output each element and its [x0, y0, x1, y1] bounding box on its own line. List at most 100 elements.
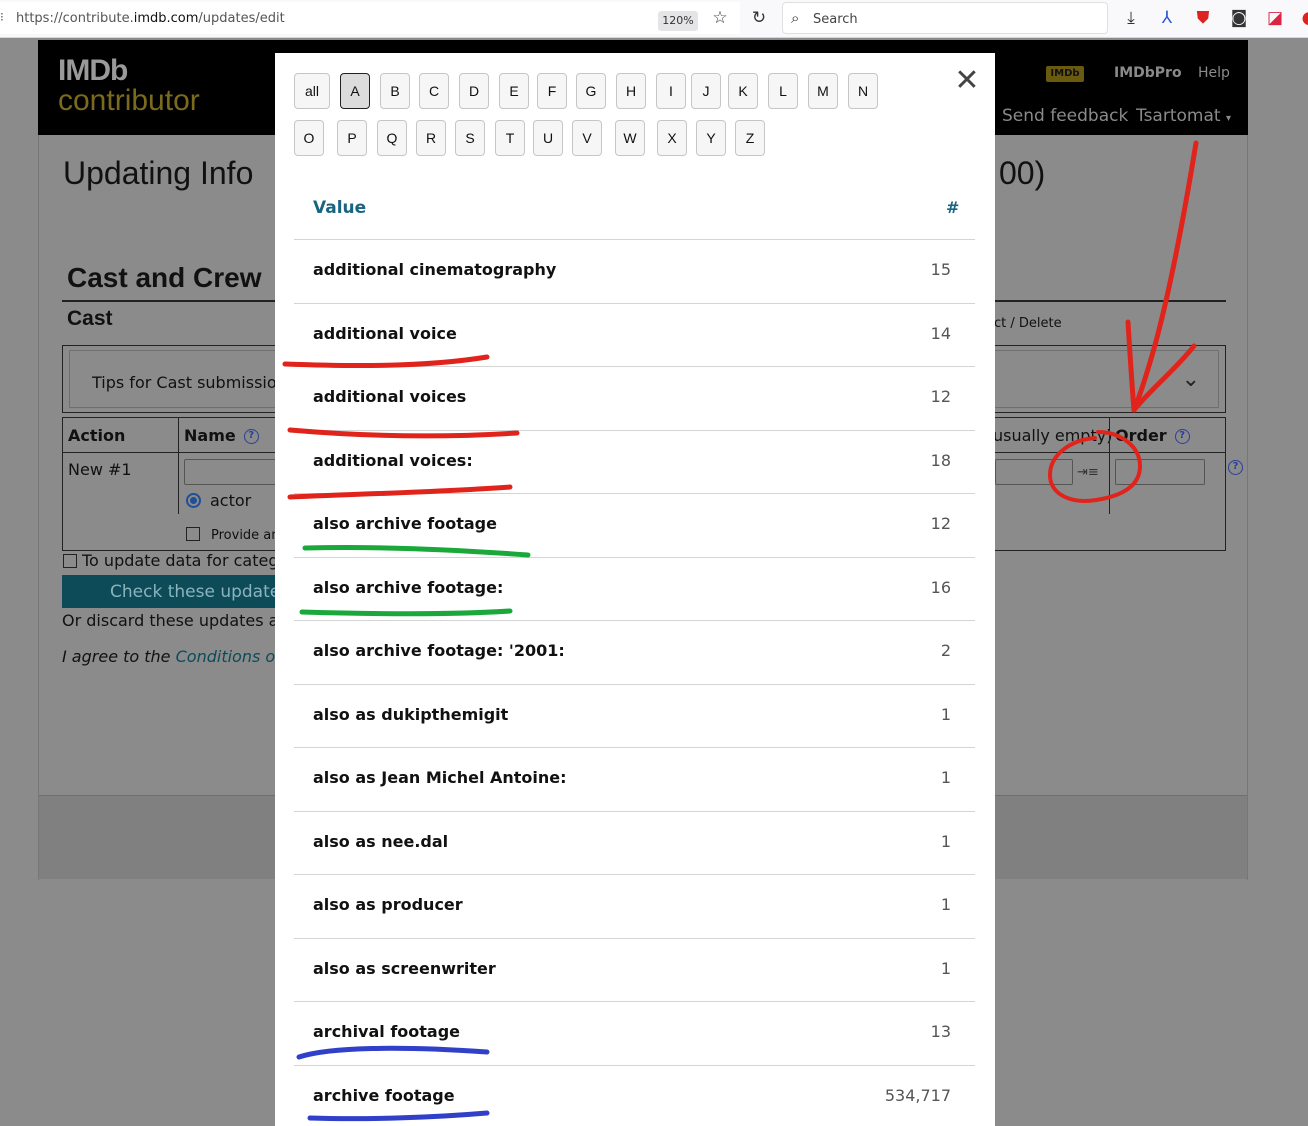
extension-color-icon[interactable]: ◪	[1264, 7, 1286, 29]
page-title: Updating Info	[63, 155, 254, 191]
letter-filter-j[interactable]: J	[691, 73, 721, 109]
imdbpro-link[interactable]: IMDbPro	[1114, 65, 1182, 81]
value-label: also as dukipthemigit	[313, 704, 509, 724]
actor-radio[interactable]	[186, 493, 201, 508]
value-count: 13	[930, 1022, 951, 1041]
help-icon[interactable]: ?	[1228, 460, 1243, 475]
user-menu[interactable]: Tsartomat ▾	[1136, 106, 1231, 126]
value-label: additional cinematography	[313, 260, 557, 279]
imdb-logo[interactable]: IMDb	[58, 54, 128, 88]
value-row[interactable]: additional voice 14	[294, 303, 975, 366]
value-row[interactable]: also as nee.dal 1	[294, 811, 975, 874]
update-category-checkbox[interactable]	[63, 554, 77, 568]
search-icon: ⌕	[791, 9, 800, 27]
letter-filter-p[interactable]: P	[337, 120, 367, 156]
section-title: Cast and Crew	[67, 262, 262, 293]
letter-filter-v[interactable]: V	[572, 120, 602, 156]
value-row[interactable]: also as screenwriter 1	[294, 938, 975, 1001]
letter-filter-b[interactable]: B	[380, 73, 410, 109]
letter-filter-f[interactable]: F	[537, 73, 567, 109]
column-header-value[interactable]: Value	[313, 198, 366, 218]
column-header-count[interactable]: #	[946, 198, 959, 217]
attribute-picker-dialog: all A B C D E F G H I J K L M N OPQRSTUVWXYZ ✕ Value #…	[275, 53, 995, 1126]
bookmark-star-icon[interactable]: ☆	[709, 7, 731, 29]
extension-mask-icon[interactable]: ◙	[1228, 7, 1250, 29]
letter-filter-t[interactable]: T	[495, 120, 525, 156]
letter-filter-d[interactable]: D	[459, 73, 489, 109]
value-label: additional voices	[313, 387, 467, 406]
send-feedback-link[interactable]: Send feedback	[1002, 106, 1128, 126]
value-row[interactable]: also archive footage: '2001: 2	[294, 620, 975, 683]
letter-filter-l[interactable]: L	[768, 73, 798, 109]
value-count: 18	[930, 450, 951, 470]
reload-icon[interactable]: ↻	[748, 7, 770, 29]
extension-red-icon[interactable]: ●	[1298, 7, 1308, 29]
order-input[interactable]	[1115, 459, 1205, 485]
value-row[interactable]: also as Jean Michel Antoine: 1	[294, 747, 975, 810]
letter-filter-n[interactable]: N	[848, 73, 878, 109]
value-row[interactable]: additional cinematography 15	[294, 239, 975, 302]
chevron-down-icon[interactable]: ⌄	[1182, 367, 1200, 392]
letter-filter-i[interactable]: I	[656, 73, 686, 109]
zoom-level-badge[interactable]: 120%	[658, 11, 698, 31]
value-count: 12	[930, 514, 951, 533]
caret-down-icon: ▾	[1225, 113, 1231, 124]
letter-filter-r[interactable]: R	[416, 120, 446, 156]
download-icon[interactable]: ⤓	[1120, 7, 1142, 29]
value-row[interactable]: also archive footage: 16	[294, 557, 975, 620]
value-row[interactable]: additional voices: 18	[294, 430, 975, 493]
insert-attribute-icon[interactable]: ⇥≡	[1077, 465, 1099, 480]
letter-filter-o[interactable]: O	[294, 120, 324, 156]
letter-filter-w[interactable]: W	[615, 120, 645, 156]
letter-filter-e[interactable]: E	[499, 73, 529, 109]
value-row[interactable]: archive footage 534,717	[294, 1065, 975, 1126]
table-col-divider	[1109, 418, 1110, 514]
actor-radio-label: actor	[210, 491, 252, 510]
help-icon[interactable]: ?	[243, 429, 259, 444]
letter-filter-q[interactable]: Q	[377, 120, 407, 156]
provide-checkbox[interactable]	[186, 527, 200, 541]
letter-filter-all[interactable]: all	[294, 73, 330, 109]
imdb-badge-link[interactable]: IMDb	[1046, 66, 1084, 82]
extension-acrobat-icon[interactable]: ⅄	[1156, 7, 1178, 29]
value-label: also as screenwriter	[313, 958, 496, 978]
browser-search-box[interactable]: ⌕ Search	[782, 2, 1108, 34]
check-updates-button[interactable]: Check these update	[62, 575, 282, 608]
letter-filter-s[interactable]: S	[455, 120, 485, 156]
letter-filter-m[interactable]: M	[808, 73, 838, 109]
value-row[interactable]: also as dukipthemigit 1	[294, 684, 975, 747]
new-row-label: New #1	[68, 460, 132, 479]
page-info-icon[interactable]: ⁝	[0, 10, 8, 24]
select-delete-label: ct / Delete	[994, 316, 1062, 331]
value-count: 534,717	[884, 1085, 951, 1105]
letter-filter-u[interactable]: U	[533, 120, 563, 156]
value-count: 1	[940, 768, 951, 787]
letter-filter-h[interactable]: H	[616, 73, 646, 109]
address-bar[interactable]: ⁝ https://contribute.imdb.com/updates/ed…	[0, 2, 740, 34]
letter-filter-a[interactable]: A	[340, 73, 370, 109]
contributor-logo[interactable]: contributor	[58, 84, 200, 118]
attribute-input[interactable]	[995, 459, 1073, 485]
letter-filter-c[interactable]: C	[419, 73, 449, 109]
letter-filter-k[interactable]: K	[728, 73, 758, 109]
value-row[interactable]: also archive footage 12	[294, 493, 975, 556]
subsection-title: Cast	[67, 307, 113, 330]
value-row[interactable]: archival footage 13	[294, 1001, 975, 1064]
letter-filter-y[interactable]: Y	[696, 120, 726, 156]
close-icon[interactable]: ✕	[953, 66, 981, 97]
help-icon[interactable]: ?	[1174, 429, 1190, 444]
letter-filter-z[interactable]: Z	[735, 120, 765, 156]
col-order: Order?	[1115, 426, 1190, 445]
col-name: Name?	[184, 426, 259, 445]
value-row[interactable]: additional voices 12	[294, 366, 975, 429]
letter-filter-g[interactable]: G	[576, 73, 606, 109]
letter-filter-x[interactable]: X	[657, 120, 687, 156]
update-category-label: To update data for catego	[82, 551, 289, 570]
browser-toolbar: ⁝ https://contribute.imdb.com/updates/ed…	[0, 0, 1308, 38]
extension-ublock-icon[interactable]: ⛊	[1192, 7, 1214, 29]
value-row[interactable]: also as producer 1	[294, 874, 975, 937]
url-text[interactable]: https://contribute.imdb.com/updates/edit	[16, 11, 285, 26]
help-link[interactable]: Help	[1198, 65, 1230, 81]
value-label: also as nee.dal	[313, 831, 449, 851]
name-input[interactable]	[184, 459, 284, 485]
